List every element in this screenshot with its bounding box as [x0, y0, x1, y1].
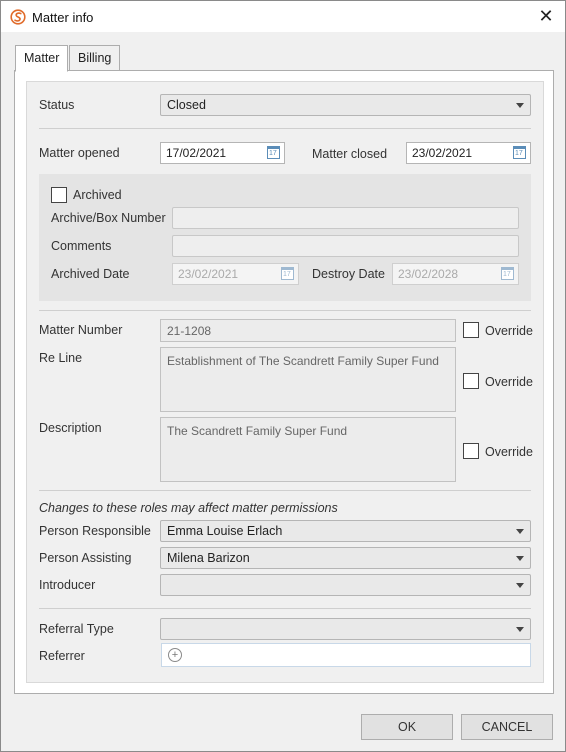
status-value: Closed — [167, 98, 206, 112]
chevron-down-icon — [516, 556, 524, 561]
cancel-button[interactable]: CANCEL — [461, 714, 553, 740]
description-override-checkbox[interactable] — [463, 443, 479, 459]
calendar-icon — [281, 267, 294, 280]
app-logo-icon — [10, 9, 26, 25]
status-select[interactable]: Closed — [160, 94, 531, 116]
calendar-icon[interactable] — [513, 146, 526, 159]
introducer-select[interactable] — [160, 574, 531, 596]
title-bar: Matter info ✕ — [1, 1, 565, 32]
tab-matter[interactable]: Matter — [15, 45, 69, 72]
matter-number-field[interactable]: 21-1208 — [160, 319, 456, 342]
archived-date-input: 23/02/2021 — [172, 263, 299, 285]
person-responsible-select[interactable]: Emma Louise Erlach — [160, 520, 531, 542]
matter-number-label: Matter Number — [39, 323, 123, 337]
re-line-value: Establishment of The Scandrett Family Su… — [167, 354, 439, 368]
archive-section: Archived Archive/Box Number Comments Arc… — [39, 174, 531, 301]
matter-opened-date-input[interactable]: 17/02/2021 — [160, 142, 285, 164]
calendar-icon[interactable] — [267, 146, 280, 159]
destroy-date-value: 23/02/2028 — [398, 267, 459, 281]
roles-permission-note: Changes to these roles may affect matter… — [39, 501, 338, 515]
divider — [39, 310, 531, 311]
divider — [39, 490, 531, 491]
tab-billing[interactable]: Billing — [69, 45, 121, 71]
chevron-down-icon — [516, 627, 524, 632]
description-value: The Scandrett Family Super Fund — [167, 424, 348, 438]
matter-closed-date-input[interactable]: 23/02/2021 — [406, 142, 531, 164]
override-label: Override — [485, 324, 533, 338]
archived-date-label: Archived Date — [51, 267, 130, 281]
matter-closed-label: Matter closed — [312, 147, 388, 161]
override-label: Override — [485, 445, 533, 459]
description-field[interactable]: The Scandrett Family Super Fund — [160, 417, 456, 482]
person-assisting-select[interactable]: Milena Barizon — [160, 547, 531, 569]
referrer-label: Referrer — [39, 649, 85, 663]
introducer-label: Introducer — [39, 578, 96, 592]
matter-opened-value: 17/02/2021 — [166, 146, 227, 160]
archived-date-value: 23/02/2021 — [178, 267, 239, 281]
matter-form: Status Closed Matter opened 17/02/2021 M… — [26, 81, 544, 683]
re-line-override-checkbox[interactable] — [463, 373, 479, 389]
description-label: Description — [39, 421, 102, 435]
window-title: Matter info — [32, 10, 94, 25]
person-responsible-label: Person Responsible — [39, 524, 151, 538]
divider — [39, 608, 531, 609]
matter-number-value: 21-1208 — [167, 324, 212, 338]
chevron-down-icon — [516, 529, 524, 534]
ok-button[interactable]: OK — [361, 714, 453, 740]
destroy-date-input: 23/02/2028 — [392, 263, 519, 285]
add-circle-icon[interactable]: + — [168, 648, 182, 662]
destroy-date-label: Destroy Date — [312, 267, 385, 281]
person-responsible-value: Emma Louise Erlach — [167, 524, 283, 538]
matter-tab-panel: Status Closed Matter opened 17/02/2021 M… — [14, 70, 554, 694]
archive-box-number-input[interactable] — [172, 207, 519, 229]
calendar-icon — [501, 267, 514, 280]
matter-number-override-checkbox[interactable] — [463, 322, 479, 338]
override-label: Override — [485, 375, 533, 389]
chevron-down-icon — [516, 103, 524, 108]
matter-opened-label: Matter opened — [39, 146, 120, 160]
referral-type-label: Referral Type — [39, 622, 114, 636]
matter-closed-value: 23/02/2021 — [412, 146, 473, 160]
person-assisting-label: Person Assisting — [39, 551, 132, 565]
comments-label: Comments — [51, 239, 112, 253]
comments-input[interactable] — [172, 235, 519, 257]
divider — [39, 128, 531, 129]
matter-info-dialog: Matter info ✕ Matter Billing Status Clos… — [0, 0, 566, 752]
close-icon[interactable]: ✕ — [535, 6, 557, 26]
referral-type-select[interactable] — [160, 618, 531, 640]
re-line-field[interactable]: Establishment of The Scandrett Family Su… — [160, 347, 456, 412]
referrer-field[interactable]: + — [161, 643, 531, 667]
archived-label: Archived — [73, 188, 122, 202]
chevron-down-icon — [516, 583, 524, 588]
re-line-label: Re Line — [39, 351, 83, 365]
archive-box-number-label: Archive/Box Number — [51, 211, 166, 225]
status-label: Status — [39, 98, 75, 112]
person-assisting-value: Milena Barizon — [167, 551, 250, 565]
archived-checkbox[interactable] — [51, 187, 67, 203]
